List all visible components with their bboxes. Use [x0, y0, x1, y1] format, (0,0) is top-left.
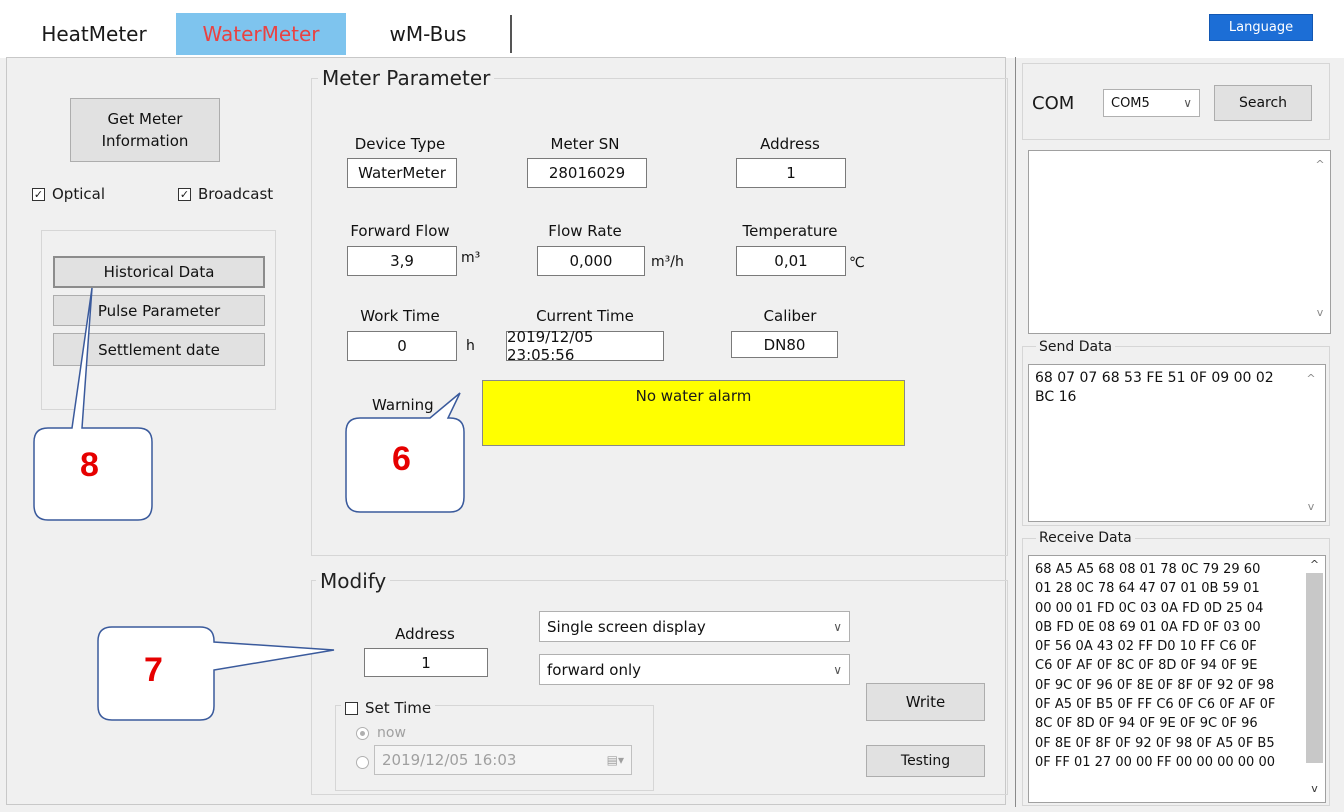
callout-overlay — [33, 287, 465, 721]
callout-8-number: 8 — [80, 446, 99, 484]
callout-8-bubble — [33, 287, 153, 521]
callout-6-number: 6 — [392, 440, 411, 478]
callout-7-bubble — [97, 626, 335, 721]
callout-7-number: 7 — [144, 651, 163, 689]
